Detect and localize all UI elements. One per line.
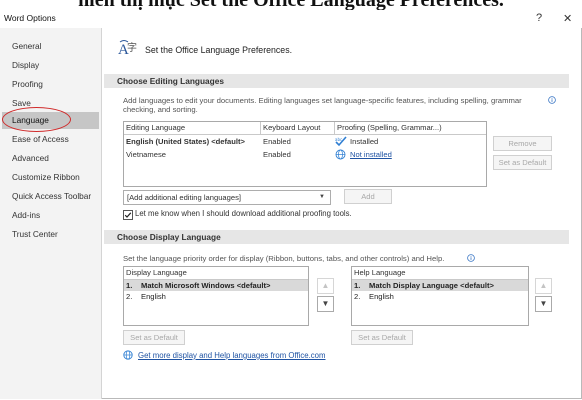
- move-down-help-button[interactable]: ▼: [535, 296, 552, 312]
- display-description: Set the language priority order for disp…: [123, 254, 445, 263]
- table-row[interactable]: English (United States) <default> Enable…: [124, 135, 486, 148]
- sidebar-item-display[interactable]: Display: [0, 57, 101, 74]
- check-icon: abc: [335, 136, 347, 147]
- get-more-languages-link[interactable]: Get more display and Help languages from…: [138, 351, 326, 360]
- section-editing-languages: Choose Editing Languages: [104, 74, 569, 88]
- sidebar-item-advanced[interactable]: Advanced: [0, 150, 101, 167]
- svg-text:abc: abc: [335, 137, 342, 142]
- info-icon[interactable]: [467, 254, 475, 262]
- list-item[interactable]: 2. English: [124, 291, 308, 302]
- column-header-proofing[interactable]: Proofing (Spelling, Grammar...): [335, 122, 486, 134]
- annotation-circle: [2, 107, 71, 132]
- add-language-dropdown[interactable]: [Add additional editing languages] ▼: [123, 190, 331, 205]
- help-language-list[interactable]: Help Language 1. Match Display Language …: [351, 266, 529, 326]
- not-installed-link[interactable]: Not installed: [350, 149, 392, 160]
- list-item[interactable]: 1. Match Display Language <default>: [352, 280, 528, 291]
- list-item-label: Match Microsoft Windows <default>: [141, 281, 271, 290]
- title-bar: [0, 10, 582, 28]
- set-default-editing-button[interactable]: Set as Default: [493, 155, 552, 170]
- row-keyboard: Enabled: [263, 137, 291, 146]
- list-item-number: 1.: [126, 281, 133, 290]
- table-row[interactable]: Vietnamese Enabled Not installed: [124, 148, 486, 161]
- page-title: Set the Office Language Preferences.: [145, 45, 293, 55]
- editing-description: Add languages to edit your documents. Ed…: [123, 96, 522, 114]
- column-header-keyboard-layout[interactable]: Keyboard Layout: [261, 122, 335, 134]
- list-item-number: 2.: [126, 292, 133, 301]
- add-button[interactable]: Add: [344, 189, 392, 204]
- sidebar-item-general[interactable]: General: [0, 38, 101, 55]
- list-item[interactable]: 1. Match Microsoft Windows <default>: [124, 280, 308, 291]
- svg-text:字: 字: [127, 41, 137, 54]
- move-up-help-button[interactable]: ▲: [535, 278, 552, 294]
- list-item-label: English: [369, 292, 394, 301]
- sidebar-item-ease-of-access[interactable]: Ease of Access: [0, 131, 101, 148]
- display-list-header: Display Language: [126, 268, 187, 277]
- close-button[interactable]: ✕: [563, 12, 572, 25]
- dropdown-value: [Add additional editing languages]: [127, 193, 241, 202]
- language-icon: A 字: [117, 39, 139, 61]
- row-proofing: Installed: [350, 137, 379, 146]
- chevron-down-icon: ▼: [319, 194, 325, 200]
- set-default-help-button[interactable]: Set as Default: [351, 330, 413, 345]
- section-display-language: Choose Display Language: [104, 230, 569, 244]
- notify-label: Let me know when I should download addit…: [135, 209, 352, 218]
- sidebar-item-quick-access-toolbar[interactable]: Quick Access Toolbar: [0, 188, 101, 205]
- window-title: Word Options: [4, 13, 56, 23]
- globe-icon: [123, 350, 133, 360]
- editing-languages-table[interactable]: Editing Language Keyboard Layout Proofin…: [123, 121, 487, 187]
- list-item[interactable]: 2. English: [352, 291, 528, 302]
- list-item-number: 2.: [354, 292, 361, 301]
- sidebar-item-proofing[interactable]: Proofing: [0, 76, 101, 93]
- caption-overlay: hiển thị mục Set the Office Language Pre…: [78, 0, 504, 11]
- sidebar-item-trust-center[interactable]: Trust Center: [0, 226, 101, 243]
- remove-button[interactable]: Remove: [493, 136, 552, 151]
- sidebar-item-customize-ribbon[interactable]: Customize Ribbon: [0, 169, 101, 186]
- notify-checkbox[interactable]: [123, 210, 133, 220]
- row-language: Vietnamese: [126, 150, 166, 159]
- move-down-display-button[interactable]: ▼: [317, 296, 334, 312]
- help-list-header: Help Language: [354, 268, 406, 277]
- info-icon[interactable]: [548, 96, 556, 104]
- list-item-label: Match Display Language <default>: [369, 281, 494, 290]
- row-language: English (United States) <default>: [126, 137, 245, 146]
- row-keyboard: Enabled: [263, 150, 291, 159]
- display-language-list[interactable]: Display Language 1. Match Microsoft Wind…: [123, 266, 309, 326]
- help-button[interactable]: ?: [536, 12, 542, 24]
- globe-icon: [335, 149, 346, 160]
- column-header-editing-language[interactable]: Editing Language: [124, 122, 261, 134]
- move-up-display-button[interactable]: ▲: [317, 278, 334, 294]
- sidebar-item-add-ins[interactable]: Add-ins: [0, 207, 101, 224]
- list-item-label: English: [141, 292, 166, 301]
- set-default-display-button[interactable]: Set as Default: [123, 330, 185, 345]
- list-item-number: 1.: [354, 281, 361, 290]
